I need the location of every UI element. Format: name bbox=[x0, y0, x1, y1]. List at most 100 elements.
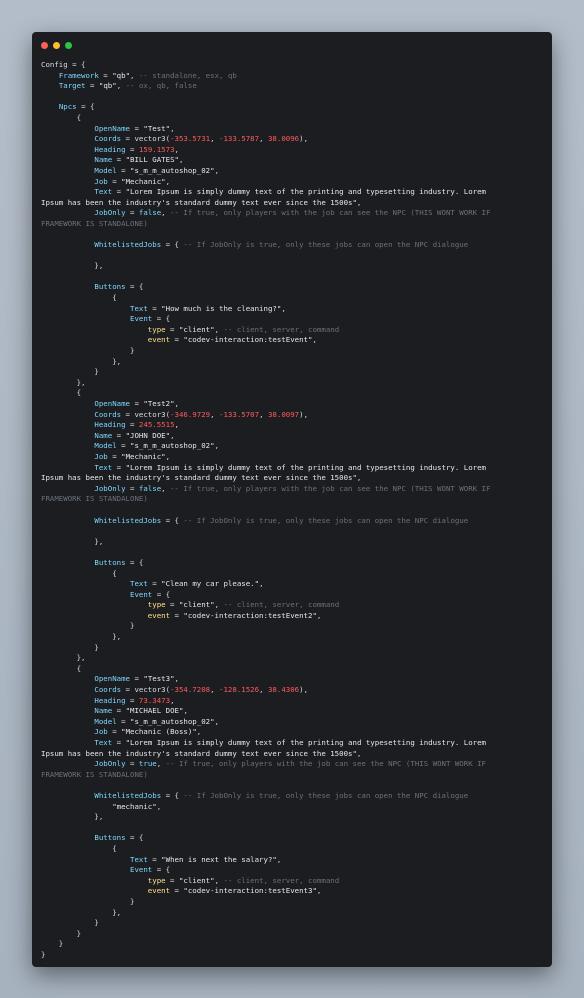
code-line: Job = "Mechanic (Boss)", bbox=[41, 727, 532, 738]
code-token: = bbox=[170, 610, 184, 620]
code-token: JobOnly bbox=[94, 759, 126, 769]
code-token: , bbox=[214, 165, 220, 175]
code-token: -128.1526 bbox=[219, 685, 260, 695]
code-line: Event = { bbox=[41, 314, 532, 325]
code-token: , bbox=[259, 579, 264, 589]
code-line: FRAMEWORK IS STANDALONE) bbox=[41, 494, 532, 505]
code-token: = bbox=[85, 81, 99, 91]
code-token: = bbox=[107, 451, 122, 461]
code-line: Buttons = { bbox=[41, 282, 532, 293]
code-line: }, bbox=[41, 632, 532, 643]
code-line: Event = { bbox=[41, 590, 532, 601]
code-token: "When is next the salary?" bbox=[161, 854, 277, 864]
code-token: OpenName bbox=[94, 399, 131, 408]
code-token: } bbox=[41, 949, 46, 959]
code-token: "Lorem Ipsum is simply dummy text of the… bbox=[125, 187, 486, 197]
code-token: }, bbox=[41, 907, 122, 917]
minimize-dot-icon[interactable] bbox=[53, 42, 60, 49]
code-token: = bbox=[112, 155, 126, 165]
code-token: , bbox=[214, 441, 220, 451]
code-token: }, bbox=[41, 812, 104, 822]
code-line: } bbox=[41, 367, 532, 378]
code-token: = bbox=[130, 674, 144, 684]
code-token: , bbox=[312, 335, 317, 345]
code-token: = { bbox=[161, 240, 184, 250]
code-token: = bbox=[165, 324, 179, 334]
code-token: = { bbox=[76, 102, 95, 112]
code-token: -354.7208 bbox=[170, 685, 211, 695]
code-token: = bbox=[125, 483, 139, 493]
code-token: -- If JobOnly is true, only these jobs c… bbox=[183, 790, 469, 800]
code-token: 38.0096 bbox=[267, 134, 300, 144]
code-token: OpenName bbox=[94, 674, 131, 684]
close-dot-icon[interactable] bbox=[41, 42, 48, 49]
code-line: Heading = 73.3473, bbox=[41, 696, 532, 707]
code-line: }, bbox=[41, 653, 532, 664]
code-token: = vector3( bbox=[121, 685, 171, 695]
code-token: = { bbox=[152, 314, 171, 324]
code-token: Buttons bbox=[94, 557, 126, 567]
code-token: "BILL GATES" bbox=[125, 155, 179, 165]
code-line: Coords = vector3(-353.5731, -133.5787, 3… bbox=[41, 134, 532, 145]
code-line: Target = "qb", -- ox, qb, false bbox=[41, 81, 532, 92]
code-token: Job bbox=[94, 176, 108, 186]
code-token: , bbox=[316, 886, 322, 896]
code-token: event bbox=[147, 886, 171, 896]
code-token: = { bbox=[152, 865, 171, 875]
code-line: Text = "Lorem Ipsum is simply dummy text… bbox=[41, 463, 532, 474]
code-line: Text = "Lorem Ipsum is simply dummy text… bbox=[41, 187, 532, 198]
code-line: Config = { bbox=[41, 60, 532, 71]
code-token: { bbox=[41, 663, 82, 673]
code-line: Coords = vector3(-346.9729, -133.5707, 3… bbox=[41, 410, 532, 421]
code-token: }, bbox=[41, 653, 86, 663]
code-line: WhitelistedJobs = { -- If JobOnly is tru… bbox=[41, 791, 532, 802]
code-line: } bbox=[41, 950, 532, 961]
code-token: }, bbox=[41, 536, 104, 546]
code-token: "client" bbox=[178, 600, 215, 610]
code-token: Event bbox=[130, 314, 153, 324]
code-token: OpenName bbox=[94, 123, 131, 133]
code-token: 38.4306 bbox=[267, 685, 300, 695]
code-token: "Mechanic" bbox=[121, 451, 166, 461]
code-token: = bbox=[147, 854, 162, 864]
code-token: -- If true, only players with the job ca… bbox=[170, 483, 491, 493]
maximize-dot-icon[interactable] bbox=[65, 42, 72, 49]
code-line: } bbox=[41, 918, 532, 929]
code-token: event bbox=[147, 335, 171, 345]
code-token: FRAMEWORK IS STANDALONE) bbox=[41, 218, 148, 228]
code-line: type = "client", -- client, server, comm… bbox=[41, 325, 532, 336]
code-token: , bbox=[161, 208, 171, 218]
code-token: Text bbox=[130, 303, 148, 313]
code-token: = vector3( bbox=[121, 134, 171, 144]
code-line: Coords = vector3(-354.7208, -128.1526, 3… bbox=[41, 685, 532, 696]
code-line: Buttons = { bbox=[41, 833, 532, 844]
code-token: Heading bbox=[94, 144, 126, 154]
code-line: { bbox=[41, 113, 532, 124]
code-line: Model = "s_m_m_autoshop_02", bbox=[41, 166, 532, 177]
code-token: ), bbox=[299, 409, 309, 419]
code-token: Name bbox=[94, 155, 113, 165]
code-token: = bbox=[107, 176, 122, 186]
